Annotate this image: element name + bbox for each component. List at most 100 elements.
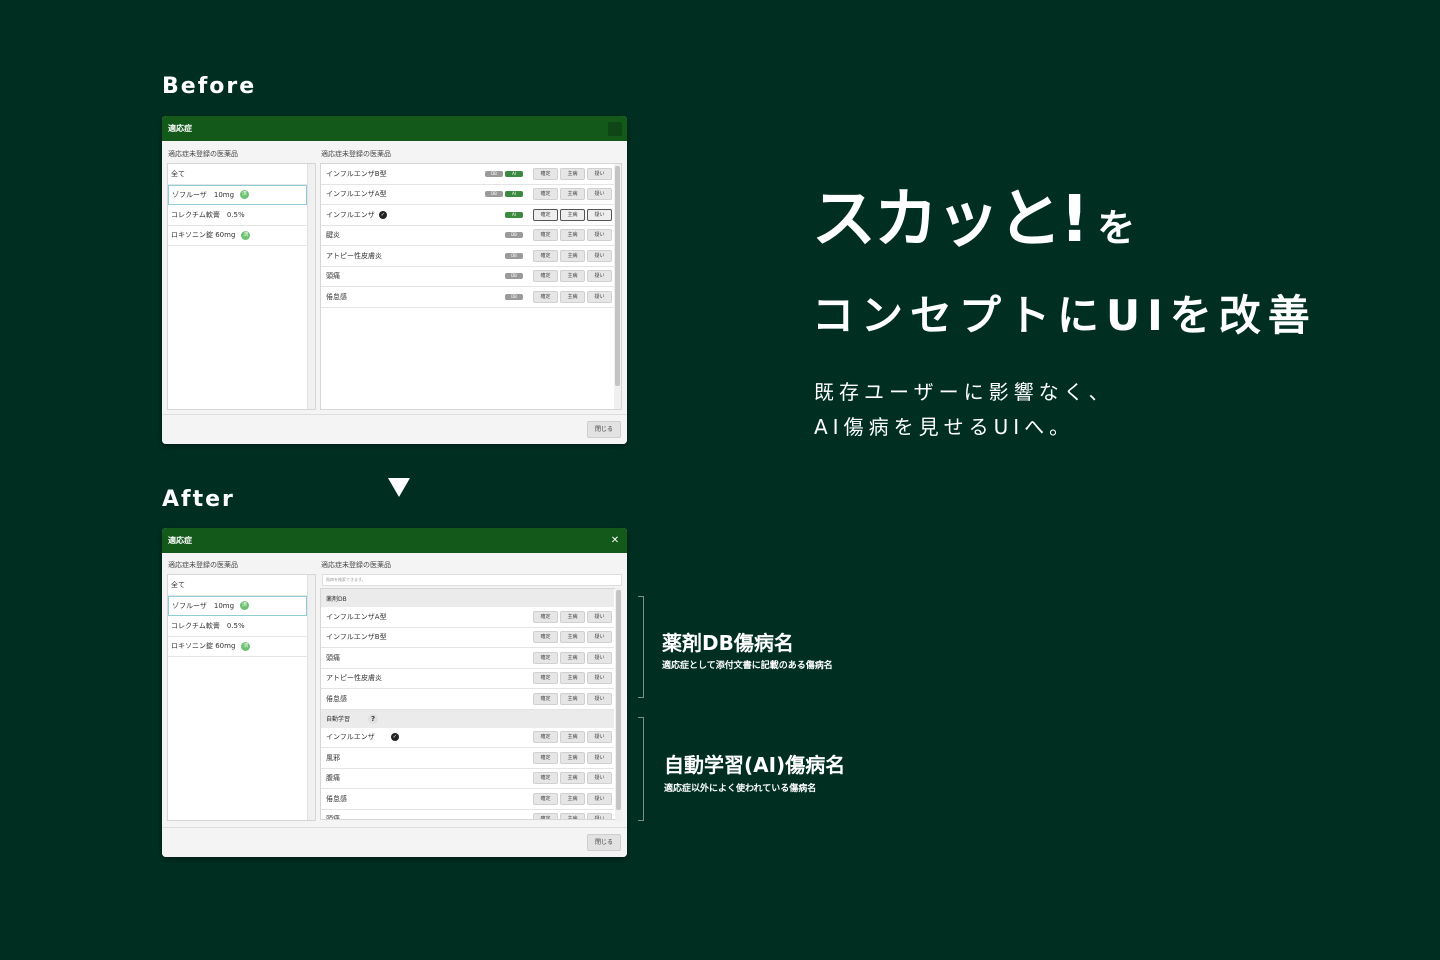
help-icon[interactable]: ? [368, 713, 379, 724]
done-badge: 済 [241, 641, 251, 651]
main-disease-button[interactable]: 主病 [560, 792, 585, 805]
confirm-button[interactable]: 確定 [533, 610, 558, 623]
main-disease-button[interactable]: 主病 [560, 751, 585, 764]
confirm-button[interactable]: 確定 [533, 249, 558, 262]
suspect-button[interactable]: 疑い [587, 813, 612, 819]
scrollbar[interactable] [614, 164, 621, 409]
suspect-button[interactable]: 疑い [587, 772, 612, 785]
confirm-button[interactable]: 確定 [533, 672, 558, 685]
confirm-button[interactable]: 確定 [533, 651, 558, 664]
action-buttons: 確定 主病 疑い [533, 188, 612, 201]
suspect-button[interactable]: 疑い [587, 731, 612, 744]
down-arrow-icon [388, 478, 410, 497]
confirm-button[interactable]: 確定 [533, 731, 558, 744]
source-tags: AI [505, 211, 525, 218]
main-disease-button[interactable]: 主病 [560, 731, 585, 744]
suspect-button[interactable]: 疑い [587, 631, 612, 644]
confirm-button[interactable]: 確定 [533, 631, 558, 644]
suspect-button[interactable]: 疑い [587, 188, 612, 201]
suspect-button[interactable]: 疑い [587, 610, 612, 623]
table-row: 倦怠感 DB 確定 主病 疑い [321, 287, 614, 308]
confirm-button[interactable]: 確定 [533, 813, 558, 819]
list-item[interactable]: コレクチム軟膏 0.5% [168, 205, 307, 226]
action-buttons: 確定 主病 疑い [533, 631, 612, 644]
scrollbar[interactable] [307, 164, 315, 409]
search-input[interactable]: 傷病を検索できます。 [322, 574, 622, 586]
list-item[interactable]: ロキソニン錠 60mg 済 [168, 226, 307, 246]
main-disease-button[interactable]: 主病 [560, 631, 585, 644]
suspect-button[interactable]: 疑い [587, 792, 612, 805]
main-disease-button[interactable]: 主病 [560, 188, 585, 201]
table-row: アトピー性皮膚炎 確定 主病 疑い [321, 669, 614, 689]
ai-annotation-title: 自動学習(AI)傷病名 [664, 753, 846, 777]
confirm-button[interactable]: 確定 [533, 751, 558, 764]
confirm-button[interactable]: 確定 [533, 692, 558, 705]
confirm-button[interactable]: 確定 [533, 290, 558, 303]
main-disease-button[interactable]: 主病 [560, 610, 585, 623]
main-disease-button[interactable]: 主病 [560, 651, 585, 664]
close-dialog-button[interactable]: 閉じる [587, 421, 621, 438]
scrollbar[interactable] [615, 588, 622, 822]
list-item-label: ロキソニン錠 60mg [171, 231, 236, 240]
suspect-button[interactable]: 疑い [587, 167, 612, 180]
list-item[interactable]: コレクチム軟膏 0.5% [168, 616, 307, 637]
suspect-button[interactable]: 疑い [587, 270, 612, 283]
close-button[interactable] [608, 121, 622, 136]
scrollbar[interactable] [307, 575, 315, 820]
confirm-button[interactable]: 確定 [533, 792, 558, 805]
confirm-button[interactable]: 確定 [533, 167, 558, 180]
suspect-button[interactable]: 疑い [587, 672, 612, 685]
main-disease-button[interactable]: 主病 [560, 290, 585, 303]
main-disease-button[interactable]: 主病 [560, 813, 585, 819]
action-buttons: 確定 主病 疑い [533, 751, 612, 764]
suspect-button[interactable]: 疑い [587, 208, 612, 221]
main-disease-button[interactable]: 主病 [560, 672, 585, 685]
list-item[interactable]: ゾフルーザ 10mg 済 [168, 595, 307, 616]
suspect-button[interactable]: 疑い [587, 290, 612, 303]
medicine-list: 全て ゾフルーザ 10mg 済コレクチム軟膏 0.5% ロキソニン錠 60mg 済 [167, 163, 316, 410]
db-annotation-title: 薬剤DB傷病名 [662, 631, 794, 655]
action-buttons: 確定 主病 疑い [533, 208, 612, 221]
list-item[interactable]: 全て [168, 164, 307, 185]
disease-name: 腹痛 [326, 773, 533, 783]
suspect-button[interactable]: 疑い [587, 249, 612, 262]
list-item[interactable]: ゾフルーザ 10mg 済 [168, 184, 307, 205]
main-disease-button[interactable]: 主病 [560, 692, 585, 705]
suspect-button[interactable]: 疑い [587, 229, 612, 242]
left-column-title: 適応症未登録の医薬品 [168, 561, 238, 569]
confirm-button[interactable]: 確定 [533, 208, 558, 221]
db-tag: DB [505, 252, 523, 259]
confirm-button[interactable]: 確定 [533, 772, 558, 785]
main-disease-button[interactable]: 主病 [560, 229, 585, 242]
table-row: インフルエンザB型 確定 主病 疑い [321, 628, 614, 648]
before-dialog: 適応症 適応症未登録の医薬品 適応症未登録の医薬品 全て ゾフルーザ 10mg 済コ… [162, 116, 627, 444]
headline-subtitle: コンセプトにUIを改善 [812, 291, 1317, 340]
source-tags: DB [505, 293, 525, 300]
list-item[interactable]: ロキソニン錠 60mg 済 [168, 637, 307, 657]
disease-name: インフルエンザB型 [326, 633, 387, 642]
list-item[interactable]: 全て [168, 575, 307, 596]
main-disease-button[interactable]: 主病 [560, 208, 585, 221]
main-disease-button[interactable]: 主病 [560, 772, 585, 785]
main-disease-button[interactable]: 主病 [560, 270, 585, 283]
confirm-button[interactable]: 確定 [533, 229, 558, 242]
table-row: 腹痛 確定 主病 疑い [321, 769, 614, 789]
close-dialog-button[interactable]: 閉じる [587, 834, 621, 851]
action-buttons: 確定 主病 疑い [533, 270, 612, 283]
suspect-button[interactable]: 疑い [587, 692, 612, 705]
suspect-button[interactable]: 疑い [587, 651, 612, 664]
db-tag: DB [485, 191, 503, 198]
confirm-button[interactable]: 確定 [533, 188, 558, 201]
headline: スカッと! を [812, 168, 1135, 260]
close-icon[interactable]: ✕ [608, 534, 622, 548]
list-item-label: コレクチム軟膏 0.5% [171, 210, 245, 219]
main-disease-button[interactable]: 主病 [560, 167, 585, 180]
confirm-button[interactable]: 確定 [533, 270, 558, 283]
suspect-button[interactable]: 疑い [587, 751, 612, 764]
description-line2: AI傷病を見せるUIへ。 [814, 415, 1075, 439]
main-disease-button[interactable]: 主病 [560, 249, 585, 262]
medicine-list: 全て ゾフルーザ 10mg 済コレクチム軟膏 0.5% ロキソニン錠 60mg 済 [167, 574, 316, 821]
table-row: 風邪 確定 主病 疑い [321, 748, 614, 769]
disease-name-text: インフルエンザ [326, 210, 375, 219]
table-row: インフルエンザ ✓ 確定 主病 疑い [321, 728, 614, 748]
